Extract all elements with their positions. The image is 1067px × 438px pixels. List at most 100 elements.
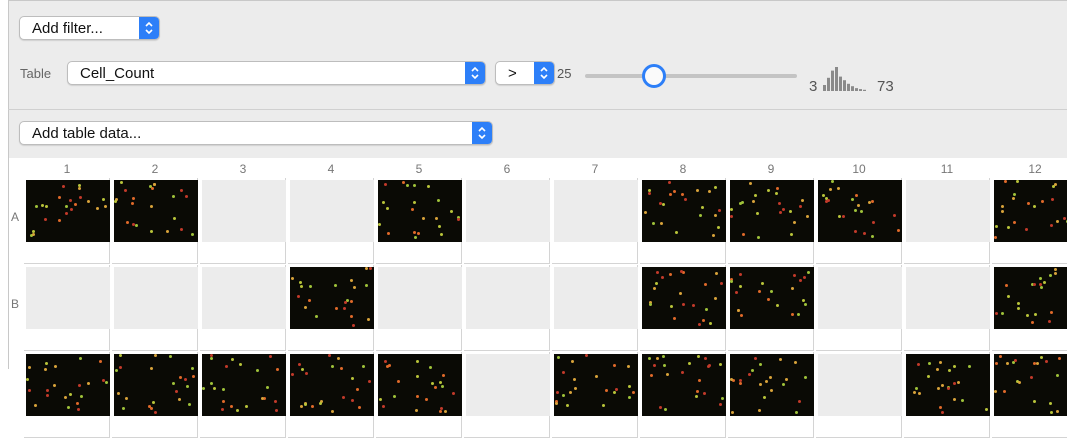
plate-well[interactable] [904,352,990,438]
histogram-bar [839,76,842,91]
well-image [994,180,1067,242]
plate-well[interactable] [992,352,1067,438]
plate-well[interactable] [904,178,990,264]
well-image-empty [202,180,286,242]
well-image [202,354,286,416]
histogram-bar [851,86,854,91]
histogram-bar [835,67,838,91]
plate-well[interactable] [464,352,550,438]
add-table-data-select[interactable]: Add table data... [19,121,493,145]
well-image-empty [466,180,550,242]
well-image-empty [26,267,110,329]
column-header: 4 [327,162,335,176]
well-image-empty [818,267,902,329]
plate-well[interactable] [24,352,110,438]
column-header: 2 [151,162,159,176]
panel-divider [8,109,1067,110]
column-header: 6 [503,162,511,176]
well-image [26,354,110,416]
well-image [906,354,990,416]
plate-well[interactable] [24,178,110,264]
operator-select[interactable]: > [495,61,555,85]
histogram-bar [827,77,830,91]
plate-well[interactable] [552,178,638,264]
column-header: 1 [63,162,71,176]
plate-well[interactable] [816,178,902,264]
table-label: Table [20,66,52,81]
column-header: 3 [239,162,247,176]
column-select[interactable]: Cell_Count [67,61,486,85]
plate-well[interactable] [376,265,462,351]
well-image [994,267,1067,329]
column-header: 12 [1028,162,1042,176]
plate-well[interactable] [640,352,726,438]
well-image [378,354,462,416]
histogram-bar [823,85,826,91]
add-filter-select[interactable]: Add filter... [19,16,160,40]
plate-well[interactable] [464,265,550,351]
plate-well[interactable] [816,265,902,351]
well-image [642,354,726,416]
plate-well[interactable] [288,265,374,351]
histogram [823,67,866,91]
well-image [378,180,462,242]
histogram-bar [855,88,858,91]
plate-well[interactable] [24,265,110,351]
plate-well[interactable] [640,178,726,264]
histogram-bar [859,89,862,91]
well-image [290,267,374,329]
plate-well[interactable] [288,178,374,264]
well-image-empty [554,180,638,242]
plate-well[interactable] [200,352,286,438]
plate-well[interactable] [728,352,814,438]
column-select-value: Cell_Count [80,65,155,82]
plate-well[interactable] [992,265,1067,351]
add-filter-label: Add filter... [32,20,103,37]
threshold-slider-knob[interactable] [642,64,666,88]
plate-well[interactable] [112,352,198,438]
well-image-empty [818,354,902,416]
plate-well[interactable] [112,178,198,264]
well-image-empty [466,354,550,416]
plate-well[interactable] [552,352,638,438]
plate-well[interactable] [728,265,814,351]
histogram-bar [843,80,846,91]
add-table-data-label: Add table data... [32,125,142,142]
well-image [818,180,902,242]
operator-select-value: > [508,65,517,82]
plate-well[interactable] [904,265,990,351]
histogram-min-label: 3 [809,78,818,95]
histogram-bar [831,70,834,91]
stepper-icon [139,17,159,39]
plate-well[interactable] [112,265,198,351]
plate-well[interactable] [376,178,462,264]
threshold-slider-track[interactable] [585,74,797,78]
well-image-empty [466,267,550,329]
column-header: 5 [415,162,423,176]
plate-well[interactable] [640,265,726,351]
plate-well[interactable] [552,265,638,351]
plate-well[interactable] [728,178,814,264]
column-header: 8 [679,162,687,176]
row-header: B [11,297,20,311]
plate-well[interactable] [464,178,550,264]
plate-well[interactable] [200,178,286,264]
column-header: 7 [591,162,599,176]
plate-well[interactable] [816,352,902,438]
plate-well[interactable] [288,352,374,438]
well-image [642,267,726,329]
histogram-bar [847,83,850,91]
plate-well[interactable] [376,352,462,438]
well-image-empty [114,267,198,329]
threshold-value: 25 [557,66,572,81]
well-image [290,354,374,416]
plate-well[interactable] [992,178,1067,264]
histogram-bar [863,89,866,91]
well-image-empty [906,180,990,242]
well-image [730,354,814,416]
stepper-icon [472,122,492,144]
column-header: 10 [852,162,866,176]
column-header: 9 [767,162,775,176]
well-image-empty [290,180,374,242]
plate-well[interactable] [200,265,286,351]
